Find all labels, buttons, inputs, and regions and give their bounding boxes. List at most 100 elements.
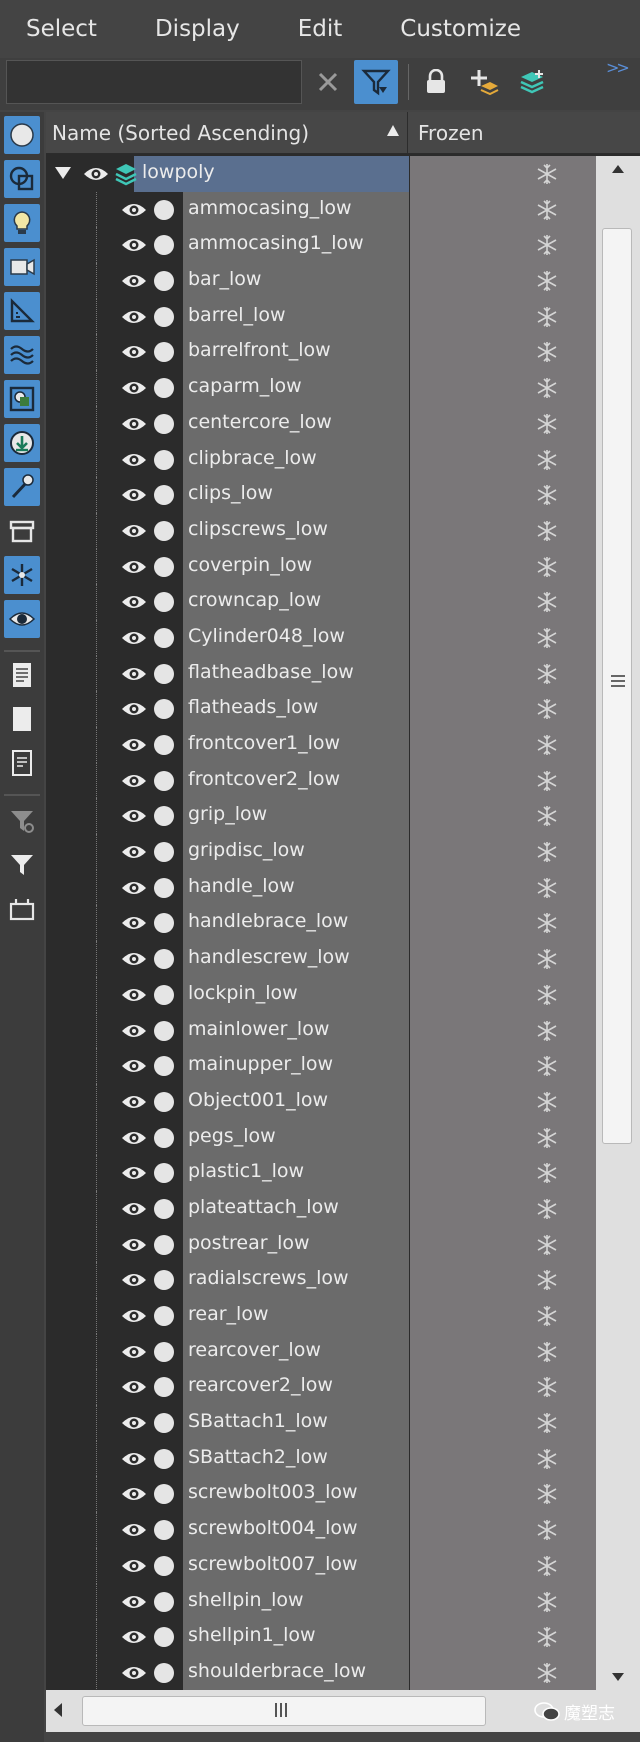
frozen-cell[interactable] — [410, 1476, 596, 1513]
eye-icon[interactable] — [120, 1270, 148, 1290]
filter-groups-button[interactable] — [4, 380, 40, 418]
eye-icon[interactable] — [120, 485, 148, 505]
tree-row-label[interactable]: clips_low — [188, 482, 273, 504]
frozen-cell[interactable] — [410, 1333, 596, 1370]
tree-row[interactable]: shellpin_low — [46, 1583, 596, 1620]
frozen-cell[interactable] — [410, 1226, 596, 1263]
tree-row[interactable]: screwbolt004_low — [46, 1512, 596, 1548]
eye-icon[interactable] — [120, 592, 148, 612]
tree-row[interactable]: clipbrace_low — [46, 441, 596, 478]
frozen-cell[interactable] — [410, 1119, 596, 1156]
tree-row-label[interactable]: caparm_low — [188, 375, 302, 397]
eye-icon[interactable] — [120, 307, 148, 327]
frozen-cell[interactable] — [410, 334, 596, 371]
snowflake-icon[interactable] — [536, 984, 558, 1006]
tree-row-label[interactable]: SBattach1_low — [188, 1410, 328, 1432]
tree-row-label[interactable]: centercore_low — [188, 411, 332, 433]
search-input[interactable] — [6, 60, 302, 104]
eye-icon[interactable] — [120, 521, 148, 541]
clear-search-button[interactable] — [306, 60, 350, 104]
tree-row[interactable]: frontcover2_low — [46, 762, 596, 799]
frozen-cell[interactable] — [410, 1298, 596, 1334]
eye-icon[interactable] — [120, 664, 148, 684]
tree-row[interactable]: gripdisc_low — [46, 834, 596, 870]
snowflake-icon[interactable] — [536, 306, 558, 328]
frozen-cell[interactable] — [410, 1405, 596, 1441]
frozen-cell[interactable] — [410, 263, 596, 299]
tree-row[interactable]: barrelfront_low — [46, 334, 596, 371]
tree-row[interactable]: shellpin1_low — [46, 1619, 596, 1655]
tree-row[interactable]: rearcover_low — [46, 1333, 596, 1370]
tree-row[interactable]: coverpin_low — [46, 548, 596, 585]
eye-icon[interactable] — [120, 806, 148, 826]
detail-view-button[interactable] — [4, 744, 40, 782]
tree-row[interactable]: pegs_low — [46, 1119, 596, 1156]
snowflake-icon[interactable] — [536, 1591, 558, 1613]
tree-row[interactable]: mainlower_low — [46, 1012, 596, 1049]
tree-row-label[interactable]: ammocasing_low — [188, 197, 352, 219]
tree-row-label[interactable]: flatheads_low — [188, 696, 318, 718]
snowflake-icon[interactable] — [536, 234, 558, 256]
arrow-left-icon[interactable] — [52, 1702, 64, 1718]
tree-row-label[interactable]: ammocasing1_low — [188, 232, 364, 254]
frozen-cell[interactable] — [410, 477, 596, 513]
tree-row-label[interactable]: clipscrews_low — [188, 518, 328, 540]
tree-row[interactable]: clipscrews_low — [46, 512, 596, 549]
filter-settings-button[interactable] — [4, 802, 40, 840]
tree-row-label[interactable]: flatheadbase_low — [188, 661, 354, 683]
tree-row-label[interactable]: crowncap_low — [188, 589, 321, 611]
layers-button[interactable] — [510, 60, 554, 104]
tree-row[interactable]: handlescrew_low — [46, 941, 596, 977]
eye-icon[interactable] — [120, 1484, 148, 1504]
frozen-cell[interactable] — [410, 1583, 596, 1620]
filter-geometry-button[interactable] — [4, 116, 40, 154]
snowflake-icon[interactable] — [536, 1376, 558, 1398]
tree-row-label[interactable]: lockpin_low — [188, 982, 298, 1004]
tree-row-label[interactable]: handlebrace_low — [188, 910, 348, 932]
tree-row-label[interactable]: pegs_low — [188, 1125, 276, 1147]
tree-row-label[interactable]: handle_low — [188, 875, 295, 897]
frozen-cell[interactable] — [410, 1262, 596, 1298]
tree-row[interactable]: handlebrace_low — [46, 905, 596, 942]
tree-row-label[interactable]: postrear_low — [188, 1232, 310, 1254]
tree-row-label[interactable]: barrelfront_low — [188, 339, 331, 361]
eye-icon[interactable] — [120, 450, 148, 470]
list-view-button[interactable] — [4, 656, 40, 694]
tree-row-label[interactable]: bar_low — [188, 268, 261, 290]
tree-row[interactable]: clips_low — [46, 477, 596, 513]
frozen-cell[interactable] — [410, 1190, 596, 1227]
scroll-down-button[interactable] — [596, 1664, 640, 1690]
snowflake-icon[interactable] — [536, 1198, 558, 1220]
tree-row-label[interactable]: shellpin1_low — [188, 1624, 316, 1646]
frozen-cell[interactable] — [410, 1369, 596, 1406]
eye-icon[interactable] — [120, 1199, 148, 1219]
eye-icon[interactable] — [120, 949, 148, 969]
snowflake-icon[interactable] — [536, 1305, 558, 1327]
eye-icon[interactable] — [120, 342, 148, 362]
snowflake-icon[interactable] — [536, 413, 558, 435]
snowflake-icon[interactable] — [536, 1091, 558, 1113]
frozen-cell[interactable] — [410, 156, 596, 192]
tree-row[interactable]: grip_low — [46, 798, 596, 835]
eye-icon[interactable] — [120, 1306, 148, 1326]
tree-row[interactable]: plateattach_low — [46, 1190, 596, 1227]
frozen-cell[interactable] — [410, 1512, 596, 1548]
eye-icon[interactable] — [120, 235, 148, 255]
eye-icon[interactable] — [120, 1342, 148, 1362]
tree-row[interactable]: lockpin_low — [46, 976, 596, 1013]
eye-icon[interactable] — [120, 1021, 148, 1041]
eye-icon[interactable] — [120, 1056, 148, 1076]
lock-button[interactable] — [414, 60, 458, 104]
snowflake-icon[interactable] — [536, 1626, 558, 1648]
filter-funnel-button[interactable] — [4, 846, 40, 884]
snowflake-icon[interactable] — [536, 449, 558, 471]
eye-icon[interactable] — [120, 771, 148, 791]
snowflake-icon[interactable] — [536, 1341, 558, 1363]
snowflake-icon[interactable] — [536, 341, 558, 363]
snowflake-icon[interactable] — [536, 1162, 558, 1184]
snowflake-icon[interactable] — [536, 734, 558, 756]
tree-row[interactable]: postrear_low — [46, 1226, 596, 1263]
snowflake-icon[interactable] — [536, 663, 558, 685]
eye-icon[interactable] — [120, 1163, 148, 1183]
tree-row[interactable]: shoulderbrace_low — [46, 1654, 596, 1691]
